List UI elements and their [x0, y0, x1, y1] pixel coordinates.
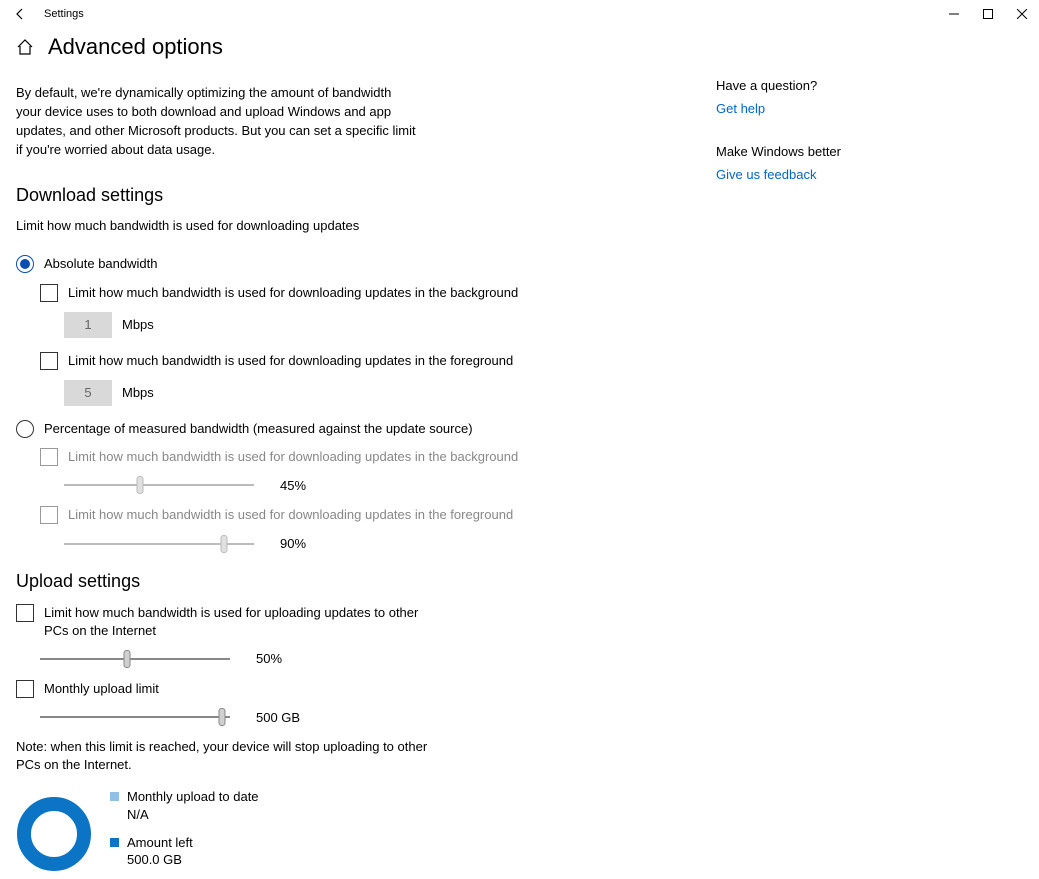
aside: Have a question? Get help Make Windows b… — [716, 72, 916, 879]
slider-pct-bg-row: 45% — [64, 476, 716, 494]
radio-percent-row: Percentage of measured bandwidth (measur… — [16, 420, 716, 438]
slider-monthly-row: 500 GB — [40, 708, 716, 726]
titlebar: Settings — [0, 0, 1039, 28]
legend-left-label: Amount left — [127, 834, 193, 852]
input-dl-fg[interactable] — [64, 380, 112, 406]
checkbox-dl-bg-row: Limit how much bandwidth is used for dow… — [40, 284, 716, 302]
slider-monthly[interactable] — [40, 708, 230, 726]
radio-absolute[interactable] — [16, 255, 34, 273]
aside-feedback-heading: Make Windows better — [716, 144, 916, 159]
radio-absolute-label: Absolute bandwidth — [44, 255, 157, 273]
arrow-left-icon — [13, 7, 27, 21]
checkbox-monthly[interactable] — [16, 680, 34, 698]
home-button[interactable] — [16, 38, 34, 56]
checkbox-pct-bg — [40, 448, 58, 466]
page-header: Advanced options — [0, 28, 1039, 72]
main-content: By default, we're dynamically optimizing… — [16, 72, 716, 879]
legend-left: Amount left 500.0 GB — [110, 834, 259, 869]
slider-pct-fg — [64, 535, 254, 553]
checkbox-upload-limit-label: Limit how much bandwidth is used for upl… — [44, 604, 424, 640]
swatch-left — [110, 838, 119, 847]
input-dl-bg-row: Mbps — [64, 312, 716, 338]
slider-upload-limit-row: 50% — [40, 650, 716, 668]
checkbox-dl-fg-label: Limit how much bandwidth is used for dow… — [68, 352, 513, 370]
checkbox-monthly-label: Monthly upload limit — [44, 680, 159, 698]
slider-upload-limit[interactable] — [40, 650, 230, 668]
unit-mbps-bg: Mbps — [122, 317, 154, 332]
slider-upload-limit-value: 50% — [256, 651, 282, 666]
maximize-icon — [983, 9, 993, 19]
legend-todate-label: Monthly upload to date — [127, 788, 259, 806]
swatch-todate — [110, 792, 119, 801]
upload-chart: Monthly upload to date N/A Amount left 5… — [16, 788, 716, 878]
checkbox-dl-bg-label: Limit how much bandwidth is used for dow… — [68, 284, 518, 302]
intro-text: By default, we're dynamically optimizing… — [16, 84, 416, 159]
checkbox-pct-bg-row: Limit how much bandwidth is used for dow… — [40, 448, 716, 466]
checkbox-dl-fg[interactable] — [40, 352, 58, 370]
checkbox-monthly-row: Monthly upload limit — [16, 680, 716, 698]
chart-legend: Monthly upload to date N/A Amount left 5… — [110, 788, 259, 878]
upload-heading: Upload settings — [16, 571, 716, 592]
download-desc: Limit how much bandwidth is used for dow… — [16, 218, 716, 233]
close-icon — [1017, 9, 1027, 19]
aside-question-heading: Have a question? — [716, 78, 916, 93]
window-controls — [937, 0, 1039, 28]
radio-percent-label: Percentage of measured bandwidth (measur… — [44, 420, 473, 438]
checkbox-pct-bg-label: Limit how much bandwidth is used for dow… — [68, 448, 518, 466]
input-dl-bg[interactable] — [64, 312, 112, 338]
download-heading: Download settings — [16, 185, 716, 206]
slider-pct-fg-value: 90% — [280, 536, 306, 551]
slider-pct-bg-value: 45% — [280, 478, 306, 493]
checkbox-dl-fg-row: Limit how much bandwidth is used for dow… — [40, 352, 716, 370]
slider-pct-bg — [64, 476, 254, 494]
upload-note: Note: when this limit is reached, your d… — [16, 738, 436, 774]
page-title: Advanced options — [48, 34, 223, 60]
donut-chart — [16, 796, 92, 872]
checkbox-pct-fg-label: Limit how much bandwidth is used for dow… — [68, 506, 513, 524]
legend-todate-value: N/A — [127, 806, 259, 824]
input-dl-fg-row: Mbps — [64, 380, 716, 406]
checkbox-dl-bg[interactable] — [40, 284, 58, 302]
checkbox-pct-fg — [40, 506, 58, 524]
back-button[interactable] — [10, 4, 30, 24]
unit-mbps-fg: Mbps — [122, 385, 154, 400]
radio-percent[interactable] — [16, 420, 34, 438]
close-button[interactable] — [1005, 0, 1039, 28]
get-help-link[interactable]: Get help — [716, 101, 916, 116]
app-title: Settings — [44, 8, 84, 20]
minimize-button[interactable] — [937, 0, 971, 28]
checkbox-upload-limit-row: Limit how much bandwidth is used for upl… — [16, 604, 716, 640]
legend-left-value: 500.0 GB — [127, 851, 193, 869]
slider-monthly-value: 500 GB — [256, 710, 300, 725]
minimize-icon — [949, 9, 959, 19]
checkbox-pct-fg-row: Limit how much bandwidth is used for dow… — [40, 506, 716, 524]
maximize-button[interactable] — [971, 0, 1005, 28]
slider-pct-fg-row: 90% — [64, 535, 716, 553]
give-feedback-link[interactable]: Give us feedback — [716, 167, 916, 182]
checkbox-upload-limit[interactable] — [16, 604, 34, 622]
legend-todate: Monthly upload to date N/A — [110, 788, 259, 823]
home-icon — [16, 38, 34, 56]
radio-absolute-row: Absolute bandwidth — [16, 255, 716, 273]
